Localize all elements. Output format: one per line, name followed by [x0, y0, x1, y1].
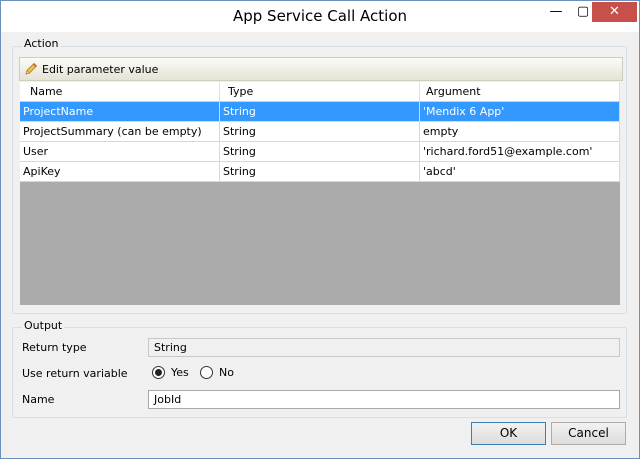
minimize-icon[interactable]: —: [543, 2, 569, 22]
ok-button[interactable]: OK: [471, 422, 546, 445]
parameter-name-cell: ApiKey: [20, 162, 220, 181]
column-header-type[interactable]: Type: [220, 82, 420, 101]
no-label: No: [219, 366, 234, 379]
parameters-grid[interactable]: Name Type Argument ProjectName String 'M…: [20, 82, 620, 305]
output-group-label: Output: [22, 319, 65, 332]
radio-selected-icon: [152, 366, 165, 379]
column-header-name[interactable]: Name: [20, 82, 220, 101]
table-row[interactable]: User String 'richard.ford51@example.com': [20, 142, 620, 162]
parameter-argument-cell: 'Mendix 6 App': [420, 102, 620, 121]
use-return-variable-label: Use return variable: [22, 367, 128, 380]
name-label: Name: [22, 393, 55, 406]
return-type-field: String: [148, 338, 620, 357]
parameter-argument-cell: empty: [420, 122, 620, 141]
return-type-label: Return type: [22, 341, 87, 354]
variable-name-input[interactable]: JobId: [148, 390, 620, 409]
parameter-argument-cell: 'abcd': [420, 162, 620, 181]
radio-unselected-icon: [200, 366, 213, 379]
edit-parameter-value-label: Edit parameter value: [42, 62, 159, 76]
pencil-icon: [25, 62, 38, 75]
parameter-toolbar: Edit parameter value: [19, 57, 623, 81]
parameter-type-cell: String: [220, 162, 420, 181]
table-row[interactable]: ProjectSummary (can be empty) String emp…: [20, 122, 620, 142]
table-row[interactable]: ApiKey String 'abcd': [20, 162, 620, 182]
parameter-type-cell: String: [220, 102, 420, 121]
parameter-name-cell: ProjectSummary (can be empty): [20, 122, 220, 141]
use-return-variable-yes-radio[interactable]: Yes: [152, 366, 189, 379]
title-bar: App Service Call Action — ▢ ✕: [1, 1, 639, 32]
cancel-button[interactable]: Cancel: [551, 422, 626, 445]
parameter-type-cell: String: [220, 142, 420, 161]
grid-header: Name Type Argument: [20, 82, 620, 102]
close-icon[interactable]: ✕: [592, 2, 637, 22]
edit-parameter-value-button[interactable]: Edit parameter value: [24, 61, 158, 77]
table-row[interactable]: ProjectName String 'Mendix 6 App': [20, 102, 620, 122]
parameter-type-cell: String: [220, 122, 420, 141]
parameter-name-cell: User: [20, 142, 220, 161]
yes-label: Yes: [171, 366, 189, 379]
parameter-argument-cell: 'richard.ford51@example.com': [420, 142, 620, 161]
parameter-name-cell: ProjectName: [20, 102, 220, 121]
use-return-variable-no-radio[interactable]: No: [200, 366, 234, 379]
action-group-label: Action: [22, 37, 61, 50]
column-header-argument[interactable]: Argument: [420, 82, 620, 101]
